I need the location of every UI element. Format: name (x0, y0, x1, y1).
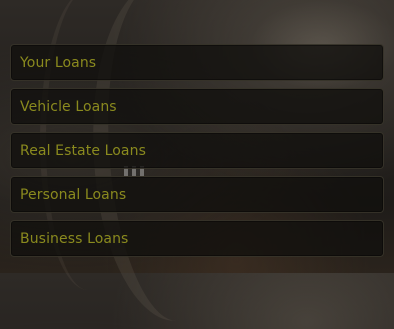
real-estate-loans-button[interactable]: Real Estate Loans (10, 132, 384, 169)
personal-loans-label: Personal Loans (20, 186, 127, 203)
loans-menu: Your Loans Vehicle Loans Real Estate Loa… (10, 44, 384, 257)
business-loans-label: Business Loans (20, 230, 129, 247)
real-estate-loans-label: Real Estate Loans (20, 142, 146, 159)
your-loans-button[interactable]: Your Loans (10, 44, 384, 81)
business-loans-button[interactable]: Business Loans (10, 220, 384, 257)
personal-loans-button[interactable]: Personal Loans (10, 176, 384, 213)
your-loans-label: Your Loans (20, 54, 97, 71)
vehicle-loans-button[interactable]: Vehicle Loans (10, 88, 384, 125)
vehicle-loans-label: Vehicle Loans (20, 98, 117, 115)
